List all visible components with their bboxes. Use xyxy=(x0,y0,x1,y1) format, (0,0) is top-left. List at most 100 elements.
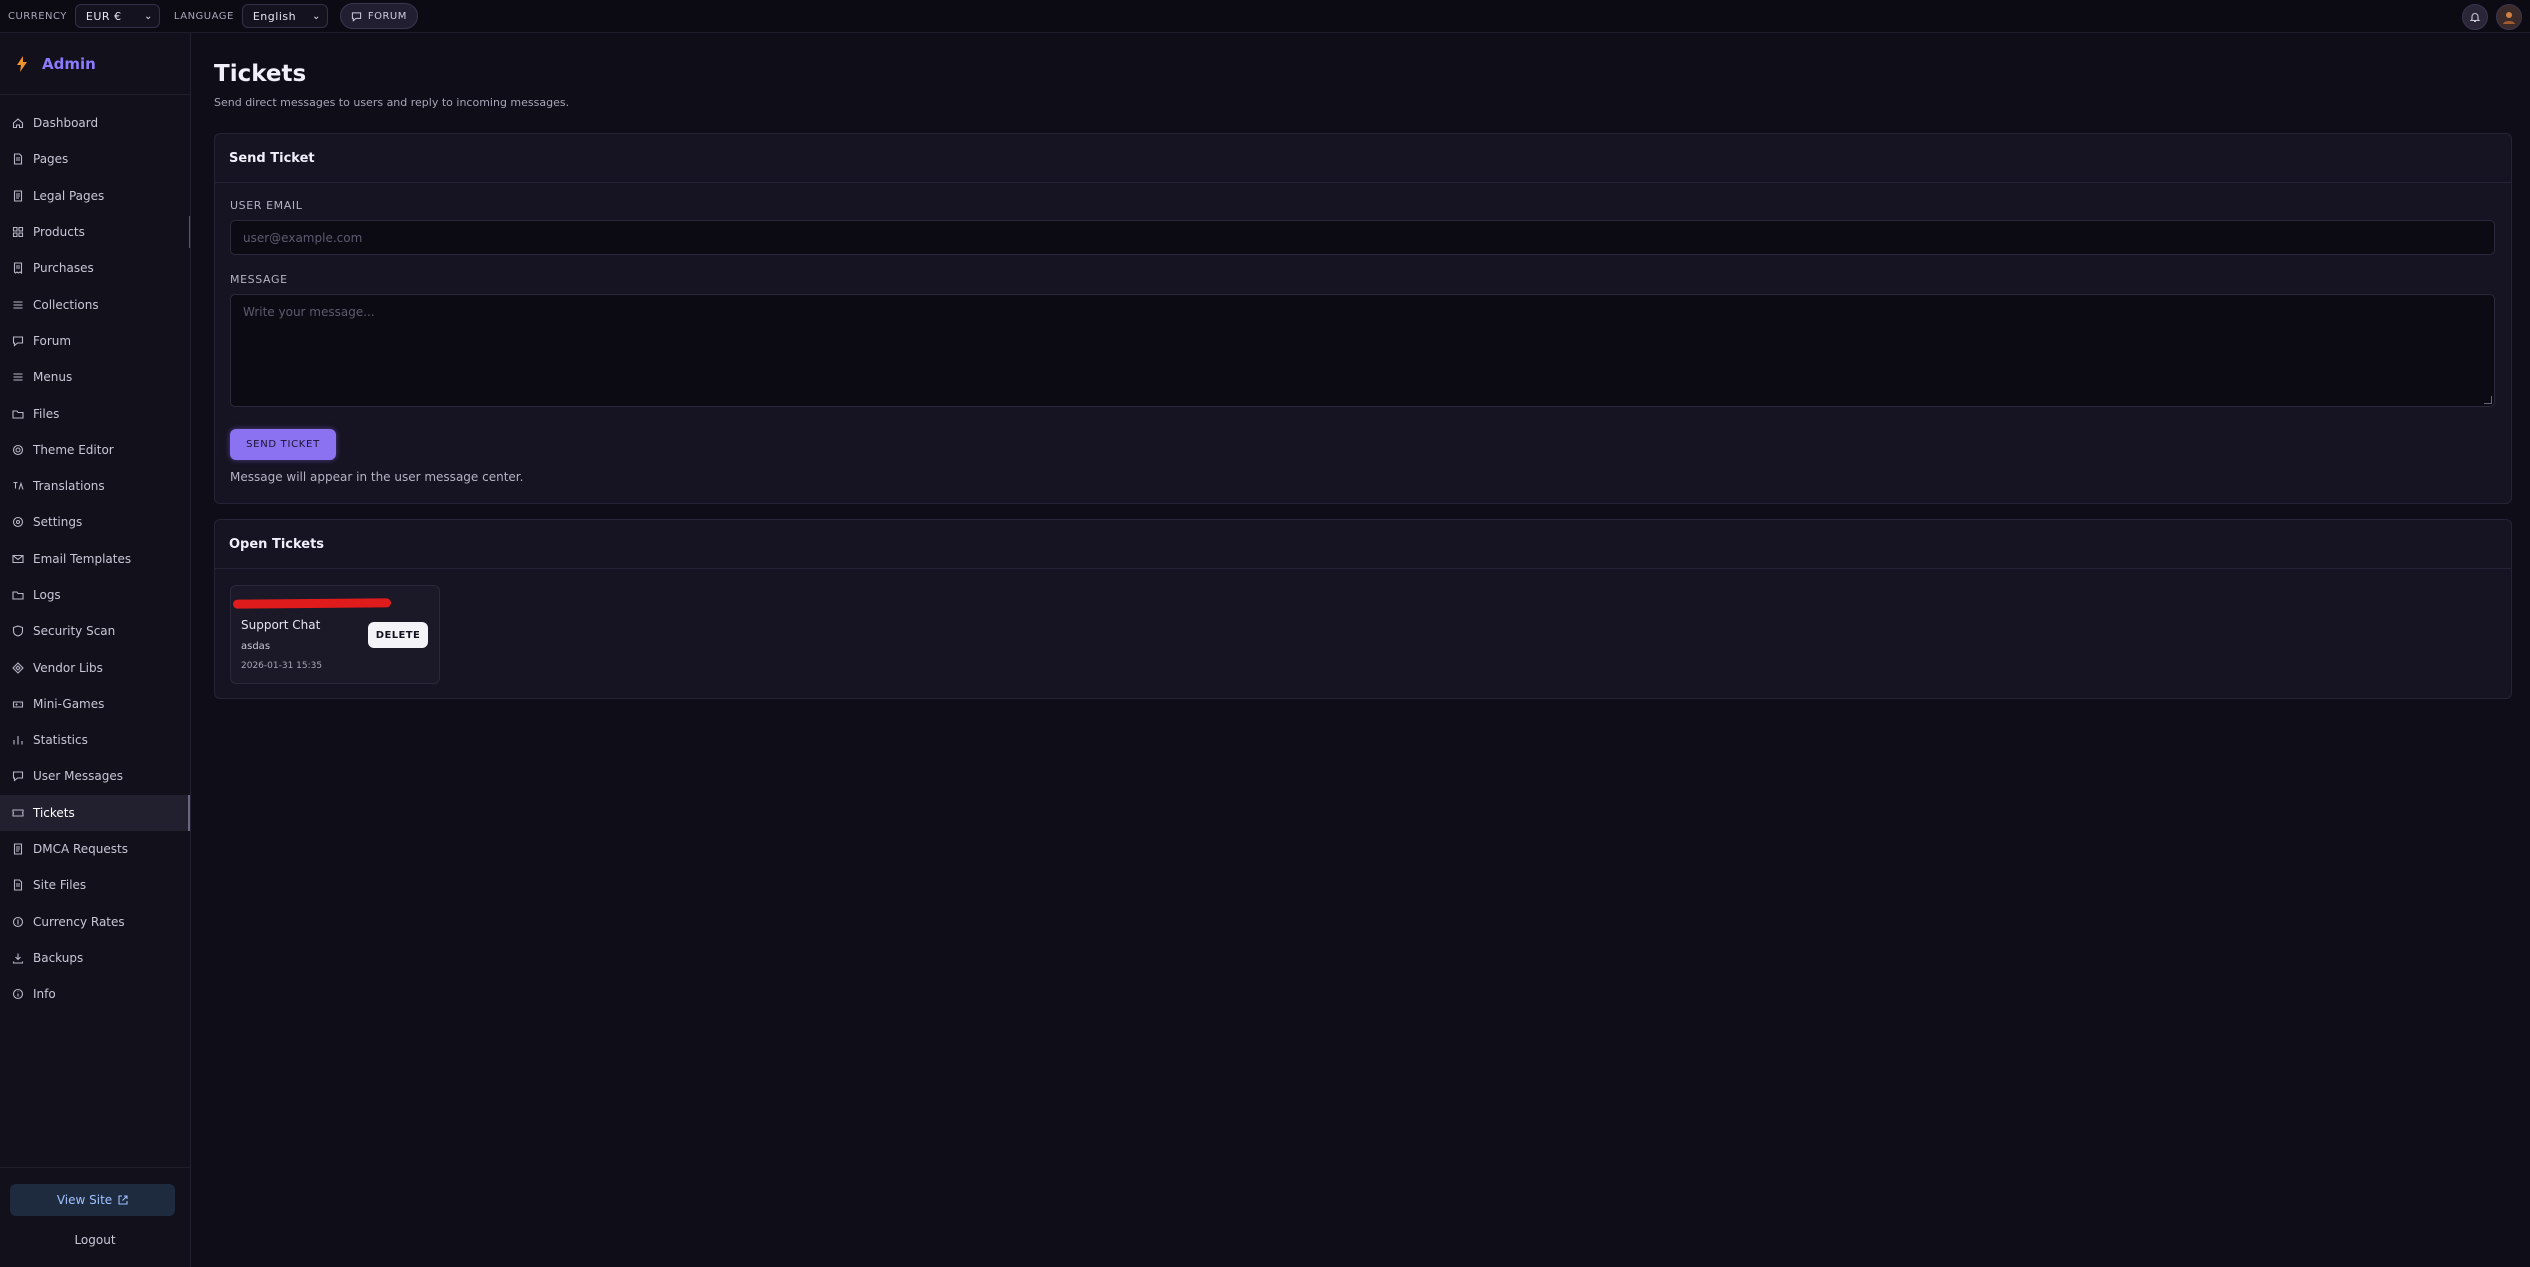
logout-button[interactable]: Logout xyxy=(0,1233,190,1247)
sidebar-item-forum[interactable]: Forum xyxy=(0,323,190,359)
sidebar-item-label: Statistics xyxy=(33,733,88,748)
diamond-icon xyxy=(12,661,24,674)
currency-label: CURRENCY xyxy=(8,10,67,22)
shield-icon xyxy=(12,625,24,637)
ticket-body: asdas xyxy=(241,641,271,652)
sidebar-item-purchases[interactable]: Purchases xyxy=(0,250,190,286)
sidebar-item-pages[interactable]: Pages xyxy=(0,141,190,177)
sidebar-item-translations[interactable]: Translations xyxy=(0,468,190,504)
currency-select[interactable]: EUR € ⌄ xyxy=(74,4,160,28)
sidebar-item-label: Logs xyxy=(33,588,61,602)
sidebar-item-dmca-requests[interactable]: DMCA Requests xyxy=(0,831,190,867)
settings-icon xyxy=(12,517,24,528)
page-subtitle: Send direct messages to users and reply … xyxy=(214,96,570,109)
ticket-date: 2026-01-31 15:35 xyxy=(241,661,323,671)
sidebar-item-menus[interactable]: Menus xyxy=(0,359,190,395)
sidebar-footer: View Site Logout xyxy=(0,1167,190,1267)
download-icon xyxy=(12,953,24,964)
sidebar-item-currency-rates[interactable]: Currency Rates xyxy=(0,904,190,940)
open-tickets-heading: Open Tickets xyxy=(215,520,2511,569)
send-ticket-button[interactable]: SEND TICKET xyxy=(230,429,336,460)
gamepad-icon xyxy=(12,701,24,708)
sidebar-item-security-scan[interactable]: Security Scan xyxy=(0,613,190,649)
sidebar-item-dashboard[interactable]: Dashboard xyxy=(0,105,190,141)
top-bar: CURRENCY EUR € ⌄ LANGUAGE English ⌄ FORU… xyxy=(0,0,2530,33)
ticket-card[interactable]: Support Chat asdas 2026-01-31 15:35 DELE… xyxy=(230,585,440,684)
gear-icon xyxy=(12,444,24,455)
delete-ticket-button[interactable]: DELETE xyxy=(368,622,428,648)
sidebar-item-statistics[interactable]: Statistics xyxy=(0,722,190,758)
message-placeholder: Write your message... xyxy=(243,305,375,319)
currency-value: EUR € xyxy=(85,9,122,23)
brand[interactable]: Admin xyxy=(0,33,190,95)
ticket-icon xyxy=(12,809,24,817)
sidebar-item-settings[interactable]: Settings xyxy=(0,504,190,540)
sidebar-item-site-files[interactable]: Site Files xyxy=(0,867,190,903)
sidebar: Admin Dashboard Pages Legal Pages Products P… xyxy=(0,33,191,1267)
send-ticket-hint: Message will appear in the user message … xyxy=(230,470,524,484)
chevron-down-icon: ⌄ xyxy=(311,10,321,22)
resize-handle-icon[interactable] xyxy=(2484,396,2492,404)
view-site-button[interactable]: View Site xyxy=(10,1184,175,1216)
document-icon xyxy=(13,190,23,202)
sidebar-item-label: Settings xyxy=(33,515,83,530)
message-label: MESSAGE xyxy=(230,273,288,286)
send-ticket-form: USER EMAIL user@example.com MESSAGE Writ… xyxy=(215,183,2511,500)
sidebar-item-backups[interactable]: Backups xyxy=(0,940,190,976)
sidebar-item-tickets[interactable]: Tickets xyxy=(0,794,190,832)
sidebar-item-collections[interactable]: Collections xyxy=(0,286,190,322)
forum-label: FORUM xyxy=(367,10,407,22)
message-icon xyxy=(12,771,24,783)
sidebar-item-label: Menus xyxy=(33,370,73,385)
sidebar-item-products[interactable]: Products xyxy=(0,214,190,250)
mail-icon xyxy=(12,554,24,563)
file-icon xyxy=(13,879,23,891)
sidebar-item-label: Info xyxy=(33,987,56,1002)
sidebar-item-label: Translations xyxy=(33,479,105,494)
sidebar-item-label: Email Templates xyxy=(33,551,132,566)
sidebar-item-theme-editor[interactable]: Theme Editor xyxy=(0,432,190,468)
sidebar-item-label: Products xyxy=(33,225,85,240)
home-icon xyxy=(12,118,24,129)
sidebar-item-vendor-libs[interactable]: Vendor Libs xyxy=(0,649,190,685)
sidebar-item-info[interactable]: Info xyxy=(0,976,190,1012)
sidebar-item-label: User Messages xyxy=(33,769,124,784)
language-select[interactable]: English ⌄ xyxy=(241,4,328,28)
open-tickets-card: Open Tickets Support Chat asdas 2026-01-… xyxy=(214,519,2512,699)
send-ticket-card: Send Ticket USER EMAIL user@example.com … xyxy=(214,133,2512,504)
folder-icon xyxy=(12,409,24,419)
avatar-icon xyxy=(2503,12,2515,24)
sidebar-item-label: Tickets xyxy=(33,805,75,820)
forum-button[interactable]: FORUM xyxy=(339,3,418,29)
user-email-input[interactable]: user@example.com xyxy=(230,220,2495,255)
sidebar-item-logs[interactable]: Logs xyxy=(0,577,190,613)
external-link-icon xyxy=(118,1195,128,1205)
menu-icon xyxy=(13,373,23,381)
page-title: Tickets xyxy=(214,61,307,87)
sidebar-item-mini-games[interactable]: Mini-Games xyxy=(0,686,190,722)
main-content: Tickets Send direct messages to users an… xyxy=(214,33,2512,699)
sidebar-item-label: Site Files xyxy=(33,878,87,893)
sidebar-item-label: Vendor Libs xyxy=(33,660,103,675)
sidebar-item-legal-pages[interactable]: Legal Pages xyxy=(0,178,190,214)
sidebar-item-label: Purchases xyxy=(33,261,94,276)
redaction-mark xyxy=(232,598,392,609)
sidebar-item-user-messages[interactable]: User Messages xyxy=(0,758,190,794)
sidebar-item-label: Security Scan xyxy=(33,624,116,639)
sidebar-item-label: Collections xyxy=(33,297,99,312)
sidebar-item-email-templates[interactable]: Email Templates xyxy=(0,541,190,577)
sidebar-item-files[interactable]: Files xyxy=(0,395,190,431)
file-icon xyxy=(13,153,23,165)
message-textarea[interactable]: Write your message... xyxy=(230,294,2495,407)
user-email-placeholder: user@example.com xyxy=(243,230,363,245)
chat-icon xyxy=(12,336,24,347)
lightning-icon xyxy=(17,55,27,72)
sidebar-item-label: Backups xyxy=(33,950,84,965)
sidebar-item-label: DMCA Requests xyxy=(33,842,128,857)
view-site-label: View Site xyxy=(56,1193,113,1207)
translate-icon xyxy=(13,481,24,490)
avatar[interactable] xyxy=(2496,4,2522,30)
notifications-button[interactable] xyxy=(2462,4,2488,30)
user-email-label: USER EMAIL xyxy=(230,199,303,212)
bell-icon xyxy=(2469,13,2481,23)
